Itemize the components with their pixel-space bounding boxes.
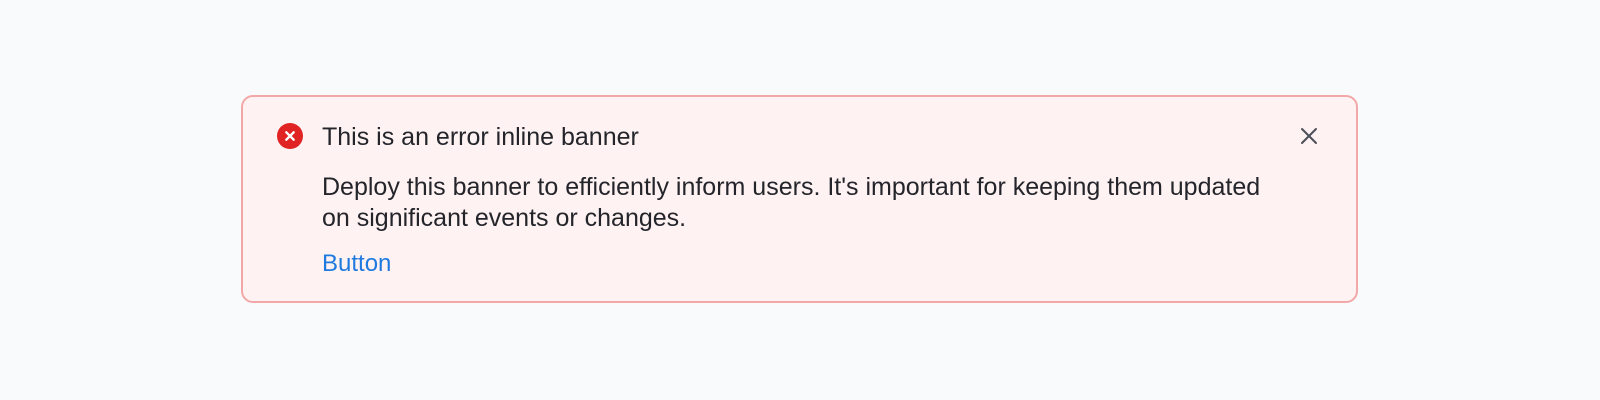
error-circle-icon — [277, 123, 303, 149]
banner-message: Deploy this banner to efficiently inform… — [322, 173, 1261, 232]
banner-action-button[interactable]: Button — [322, 249, 391, 279]
close-button[interactable] — [1295, 122, 1323, 150]
error-inline-banner: This is an error inline banner Deploy th… — [241, 95, 1358, 303]
banner-title: This is an error inline banner — [322, 123, 639, 151]
close-icon — [1301, 128, 1317, 144]
